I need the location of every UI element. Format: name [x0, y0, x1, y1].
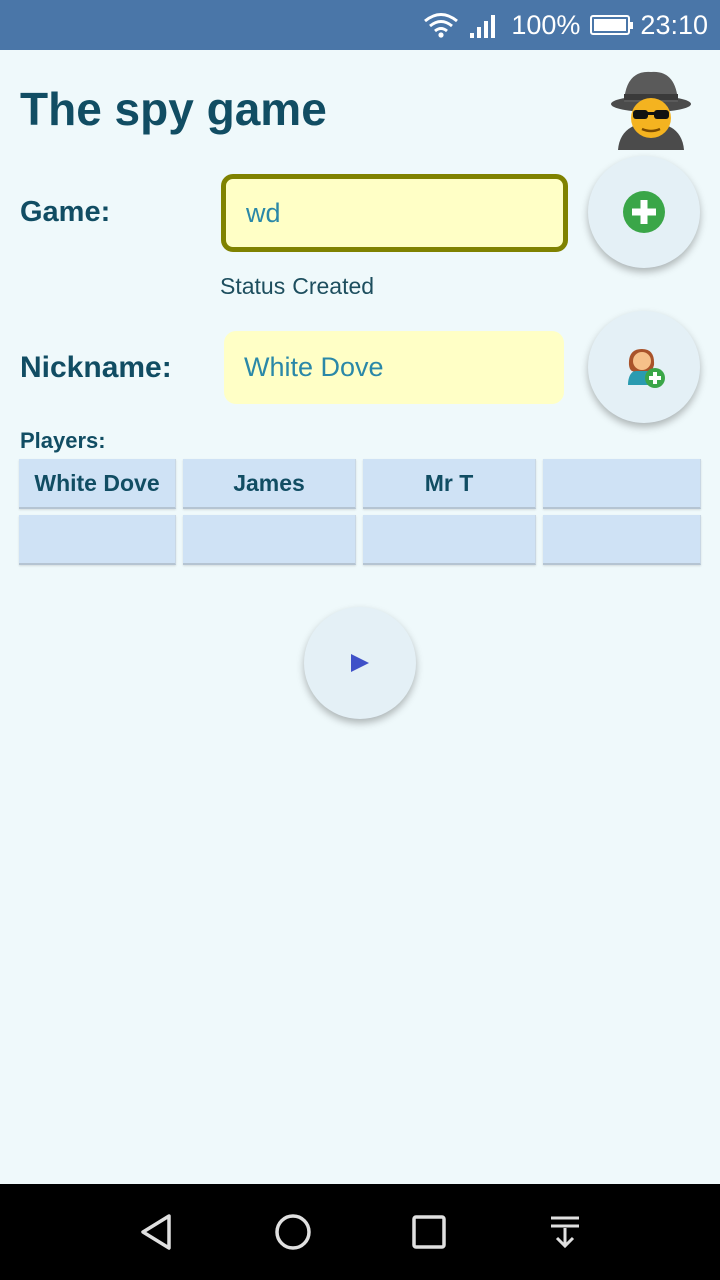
back-icon [141, 1214, 171, 1250]
page-title: The spy game [20, 83, 327, 135]
add-person-icon [628, 349, 665, 388]
notifications-pull-icon [551, 1216, 579, 1249]
game-status: Status Created [220, 273, 374, 300]
player-cell[interactable] [183, 515, 356, 565]
add-circle-icon [623, 191, 665, 233]
navigation-bar [0, 1184, 720, 1280]
home-icon [275, 1214, 311, 1250]
player-cell[interactable]: James [183, 459, 356, 509]
battery-icon [590, 15, 634, 35]
signal-icon [470, 15, 496, 38]
join-game-button[interactable] [588, 311, 700, 423]
player-cell[interactable]: Mr T [363, 459, 536, 509]
start-game-button[interactable] [304, 607, 416, 719]
player-cell[interactable] [363, 515, 536, 565]
game-input[interactable] [221, 174, 568, 252]
player-cell[interactable] [543, 459, 701, 509]
create-game-button[interactable] [588, 156, 700, 268]
nickname-label: Nickname: [20, 351, 172, 384]
game-label: Game: [20, 196, 111, 228]
player-cell[interactable] [543, 515, 701, 565]
status-bar: 100% 23:10 [0, 0, 720, 50]
clock: 23:10 [640, 9, 708, 40]
players-label: Players: [20, 428, 106, 453]
nickname-input[interactable] [224, 331, 564, 404]
wifi-icon [424, 13, 459, 38]
status-label: Status [220, 273, 286, 299]
home-button[interactable] [263, 1202, 323, 1262]
player-cell[interactable] [19, 515, 176, 565]
spy-icon [611, 71, 691, 150]
player-cell[interactable]: White Dove [19, 459, 176, 509]
status-value: Created [292, 273, 375, 299]
recents-icon [412, 1215, 446, 1249]
battery-percentage: 100% [511, 9, 581, 40]
play-icon [351, 654, 369, 672]
back-button[interactable] [127, 1202, 187, 1262]
recents-button[interactable] [399, 1202, 459, 1262]
notifications-pull-button[interactable] [535, 1202, 595, 1262]
